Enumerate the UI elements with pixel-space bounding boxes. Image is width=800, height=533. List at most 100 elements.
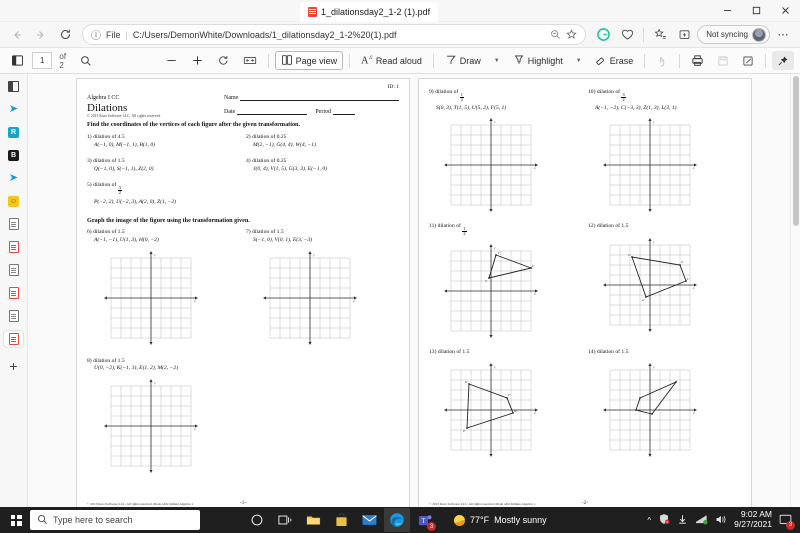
- speaker-icon[interactable]: [715, 514, 727, 527]
- windows-start-icon[interactable]: [4, 514, 28, 526]
- period-label: Period: [315, 109, 331, 115]
- onedrive-icon[interactable]: [677, 514, 688, 527]
- search-icon[interactable]: [75, 51, 97, 70]
- collections-icon[interactable]: [673, 24, 695, 46]
- problem-number: 2): [246, 134, 251, 140]
- zoom-out-button[interactable]: [160, 51, 183, 70]
- pdf-icon-selected[interactable]: [4, 331, 23, 347]
- document-icon[interactable]: [4, 216, 23, 232]
- svg-text:S': S': [485, 279, 488, 283]
- coordinate-grid-7: y x: [260, 248, 399, 348]
- teams-icon[interactable]: T 3: [412, 508, 438, 532]
- draw-button[interactable]: Draw: [440, 51, 486, 70]
- grammarly-icon[interactable]: [592, 24, 614, 46]
- file-explorer-icon[interactable]: [300, 508, 326, 532]
- letter-b-icon[interactable]: B: [4, 147, 23, 163]
- address-input[interactable]: ⓘ File | C:/Users/DemonWhite/Downloads/1…: [82, 24, 587, 45]
- draw-options-chevron[interactable]: ▼: [489, 51, 505, 70]
- vertical-scrollbar[interactable]: [790, 74, 800, 507]
- problem-operation: dilation of 0.25: [252, 158, 287, 165]
- document-icon[interactable]: [4, 308, 23, 324]
- coordinate-grid-11: T' U' S' y x: [441, 241, 582, 341]
- plus-icon[interactable]: +: [9, 358, 17, 374]
- problem-points: S(−1, 0), V(0, 1), E(3, −3): [253, 236, 313, 243]
- edge-icon[interactable]: [384, 508, 410, 532]
- minimize-icon[interactable]: [713, 0, 742, 22]
- zoom-in-button[interactable]: [186, 51, 209, 70]
- maximize-icon[interactable]: [742, 0, 771, 22]
- pdf-icon[interactable]: [4, 239, 23, 255]
- network-icon[interactable]: [695, 514, 708, 527]
- defender-icon[interactable]: [658, 513, 670, 527]
- problem-number: 6): [87, 229, 92, 236]
- refresh-icon[interactable]: [54, 24, 76, 46]
- problem-operation: dilation of 1.5: [596, 348, 629, 355]
- cursor-icon[interactable]: ➤: [4, 170, 23, 186]
- hand-icon[interactable]: [651, 51, 673, 70]
- save-as-icon[interactable]: [737, 51, 759, 70]
- panel-icon[interactable]: [4, 78, 23, 94]
- read-aloud-button[interactable]: A♫ Read aloud: [356, 51, 427, 70]
- document-icon[interactable]: [4, 262, 23, 278]
- date-blank[interactable]: [237, 109, 308, 115]
- period-blank[interactable]: [333, 109, 355, 115]
- pdf-viewer[interactable]: ID: 1 Algebra I CC Name Dilations © 2013…: [28, 74, 800, 507]
- problem-points: M(2, −1), G(4, 4), W(4, −1): [253, 141, 316, 148]
- highlight-button[interactable]: Highlight: [508, 51, 568, 70]
- cursor-icon[interactable]: ➤: [4, 101, 23, 117]
- name-blank[interactable]: [240, 95, 399, 101]
- problem-7: 7) dilation of 1.5 S(−1, 0), V(0, 1), E(…: [246, 229, 399, 347]
- forward-arrow-icon[interactable]: [30, 24, 52, 46]
- svg-text:y: y: [153, 253, 156, 257]
- svg-text:y: y: [493, 365, 496, 369]
- pin-icon[interactable]: [772, 51, 795, 70]
- page-thumbnails-icon[interactable]: [6, 51, 29, 70]
- erase-button[interactable]: Erase: [590, 51, 639, 70]
- search-minus-icon[interactable]: [550, 29, 561, 40]
- page-number-input[interactable]: 1: [32, 52, 53, 69]
- svg-text:Z': Z': [681, 260, 684, 264]
- search-placeholder: Type here to search: [53, 515, 133, 525]
- chevron-up-icon[interactable]: ^: [647, 516, 651, 525]
- taskbar-clock[interactable]: 9:02 AM 9/27/2021: [734, 509, 772, 530]
- heart-pulse-icon[interactable]: [616, 24, 638, 46]
- svg-text:x: x: [692, 411, 695, 415]
- problem-8: 8) dilation of 1.5 U(0, −2), K(−1, 3), E…: [87, 358, 399, 476]
- svg-text:E': E': [507, 393, 511, 397]
- cortana-icon[interactable]: [244, 508, 270, 532]
- taskbar-search[interactable]: Type here to search: [30, 510, 200, 530]
- notifications-icon[interactable]: 3: [779, 513, 795, 530]
- more-ellipsis-icon[interactable]: ⋯: [772, 24, 794, 46]
- coordinate-grid-6: y x: [101, 248, 240, 348]
- divider: [765, 53, 767, 68]
- save-icon[interactable]: [712, 51, 734, 70]
- highlight-options-chevron[interactable]: ▼: [571, 51, 587, 70]
- print-icon[interactable]: [686, 51, 709, 70]
- problem-13: 13) dilation of 1.5 K' E' M' U' y x: [429, 349, 582, 461]
- fit-to-width-icon[interactable]: [238, 51, 262, 70]
- windows-taskbar: Type here to search T 3 77°F Mostly sunn…: [0, 507, 800, 533]
- back-arrow-icon[interactable]: [6, 24, 28, 46]
- divider: [644, 53, 646, 68]
- close-icon[interactable]: [771, 0, 800, 22]
- task-view-icon[interactable]: [272, 508, 298, 532]
- pdf-toolbar: 1 of 2 Page view A♫ Read aloud Draw ▼ Hi…: [0, 48, 800, 74]
- pdf-icon[interactable]: [4, 285, 23, 301]
- instruction-1: Find the coordinates of the vertices of …: [87, 121, 301, 128]
- letter-r-icon[interactable]: R: [4, 124, 23, 140]
- profile-button[interactable]: Not syncing: [697, 25, 770, 44]
- smiley-icon[interactable]: ☺: [4, 193, 23, 209]
- store-icon[interactable]: [328, 508, 354, 532]
- avatar[interactable]: [752, 27, 766, 42]
- star-list-icon[interactable]: [649, 24, 671, 46]
- highlight-label: Highlight: [527, 55, 563, 66]
- scrollbar-thumb[interactable]: [793, 76, 799, 226]
- browser-tab[interactable]: 1_dilationsday2_1-2 (1).pdf: [300, 1, 439, 22]
- page-view-button[interactable]: Page view: [274, 51, 344, 70]
- mail-icon[interactable]: [356, 508, 382, 532]
- star-add-icon[interactable]: [566, 29, 577, 40]
- info-circle-icon[interactable]: ⓘ: [91, 27, 101, 42]
- rotate-icon[interactable]: [212, 51, 235, 70]
- problem-number: 5): [87, 182, 92, 189]
- taskbar-weather[interactable]: 77°F Mostly sunny: [454, 514, 547, 526]
